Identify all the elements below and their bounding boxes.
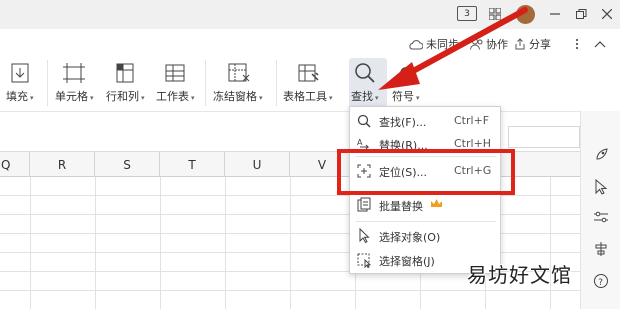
watermark: 易坊好文馆: [467, 263, 572, 287]
wps-spreadsheet-window: 3 未同步 协作 分享 填充 ▾ 单元格 ▾ 行和列 ▾ 工作表 ▾ 冻结窗格 …: [0, 0, 620, 309]
